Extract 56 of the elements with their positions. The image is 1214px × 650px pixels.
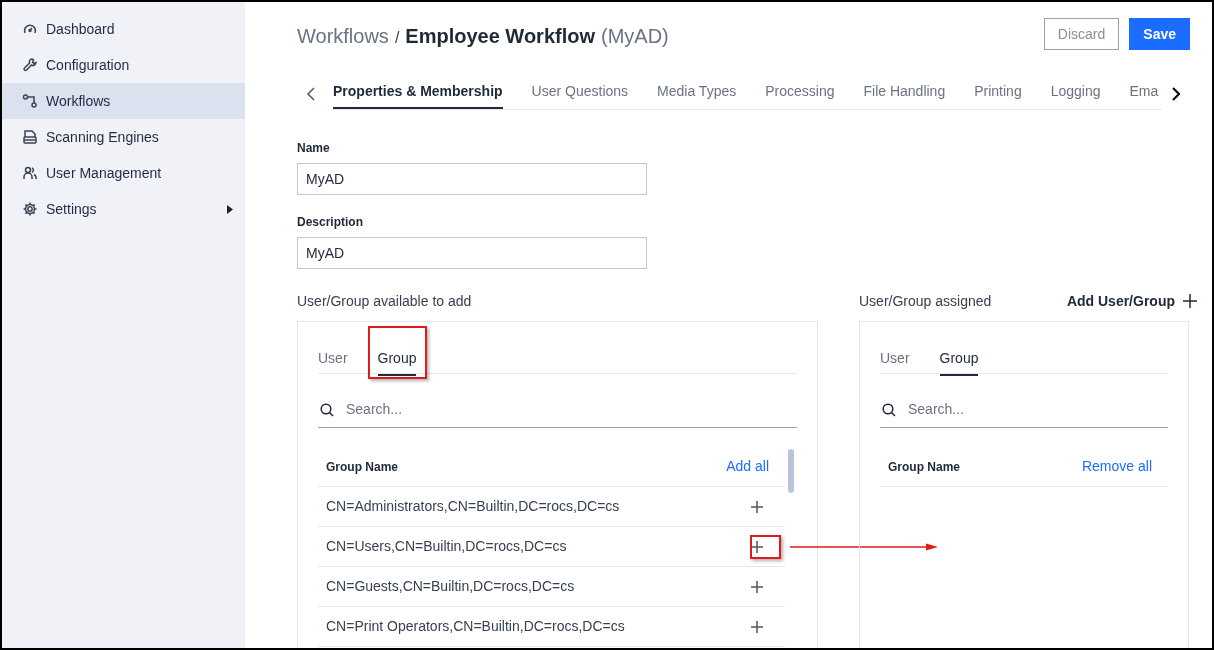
plus-icon [751, 500, 763, 513]
sidebar-item[interactable]: Workflows [2, 83, 245, 119]
sidebar-item[interactable]: Dashboard [2, 11, 245, 47]
search-icon [882, 402, 896, 417]
page-title: Employee Workflow [405, 24, 595, 49]
tab[interactable]: File Handling [863, 77, 946, 109]
input-field[interactable]: MyAD [297, 237, 647, 269]
section-title: User/Group available to add [297, 291, 472, 311]
chevron-right-icon [1170, 85, 1182, 102]
flow-icon [22, 93, 38, 109]
plus-icon [1183, 294, 1197, 308]
tab[interactable]: Printing [974, 77, 1022, 109]
tab[interactable]: Logging [1050, 77, 1101, 109]
plus-icon [751, 580, 763, 593]
plus-icon [751, 620, 763, 633]
users-icon [22, 165, 38, 181]
tab[interactable]: Group [377, 342, 417, 376]
breadcrumb-separator: / [394, 28, 400, 48]
section-title: User/Group assigned [859, 291, 992, 311]
tab[interactable]: Group [939, 342, 979, 376]
scrollbar-thumb[interactable] [788, 449, 794, 493]
add-user-group-button[interactable]: Add User/Group [1066, 290, 1197, 312]
printer-icon [22, 129, 38, 145]
tab[interactable]: Media Types [657, 77, 737, 109]
wrench-icon [22, 57, 38, 73]
sidebar-item[interactable]: Configuration [2, 47, 245, 83]
sidebar-item[interactable]: Settings [2, 191, 245, 227]
remove-all-link[interactable]: Remove all [1081, 456, 1152, 477]
input-field[interactable]: MyAD [297, 163, 647, 195]
tab[interactable]: User Questions [531, 77, 629, 109]
tab[interactable]: User [880, 342, 910, 376]
add-all-link[interactable]: Add all [726, 456, 769, 477]
table-cell-text: CN=Print Operators,CN=Builtin,DC=rocs,DC=cs [326, 617, 625, 636]
discard-button[interactable]: Discard [1043, 18, 1120, 50]
chevron-left-icon [305, 85, 317, 102]
page-subtitle: (MyAD) [601, 24, 669, 49]
column-header: Group Name [888, 458, 960, 476]
column-header: Group Name [326, 458, 398, 476]
tab[interactable]: Processing [765, 77, 835, 109]
table-cell-text: CN=Users,CN=Builtin,DC=rocs,DC=cs [326, 537, 567, 556]
settings-icon [22, 201, 38, 217]
field-label: Description [297, 214, 364, 231]
sidebar-item[interactable]: Scanning Engines [2, 119, 245, 155]
tab[interactable]: Ema [1129, 77, 1159, 109]
table-cell-text: CN=Guests,CN=Builtin,DC=rocs,DC=cs [326, 577, 575, 596]
tab[interactable]: User [318, 342, 348, 376]
save-button[interactable]: Save [1129, 18, 1190, 50]
plus-icon [751, 540, 763, 553]
sidebar-item[interactable]: User Management [2, 155, 245, 191]
tab[interactable]: Properties & Membership [333, 77, 503, 109]
search-field[interactable]: Search... [908, 399, 1168, 420]
breadcrumb-link[interactable]: Workflows [297, 21, 389, 51]
search-field[interactable]: Search... [346, 399, 797, 420]
field-label: Name [297, 140, 331, 157]
table-cell-text: CN=Administrators,CN=Builtin,DC=rocs,DC=cs [326, 497, 620, 516]
search-icon [320, 402, 334, 417]
